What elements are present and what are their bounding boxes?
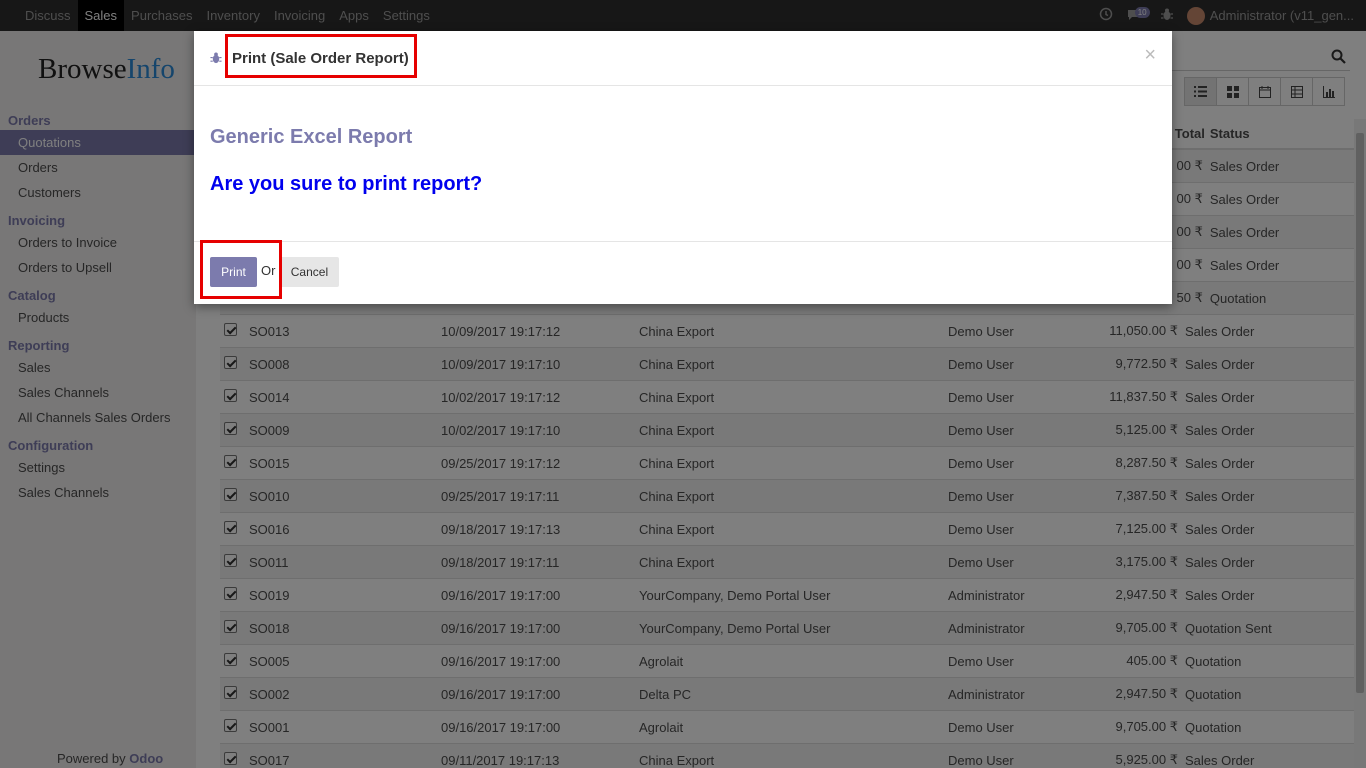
close-icon[interactable]: × (1144, 44, 1156, 67)
report-name: Generic Excel Report (210, 126, 413, 148)
confirm-question: Are you sure to print report? (210, 173, 483, 195)
print-highlight-box (200, 240, 282, 299)
cancel-button[interactable]: Cancel (279, 257, 340, 287)
title-highlight-box (225, 34, 417, 78)
dialog-footer: Print Or Cancel (194, 242, 1172, 302)
debug-bug-icon (210, 52, 222, 64)
dialog-body: Generic Excel Report Are you sure to pri… (194, 86, 1172, 242)
